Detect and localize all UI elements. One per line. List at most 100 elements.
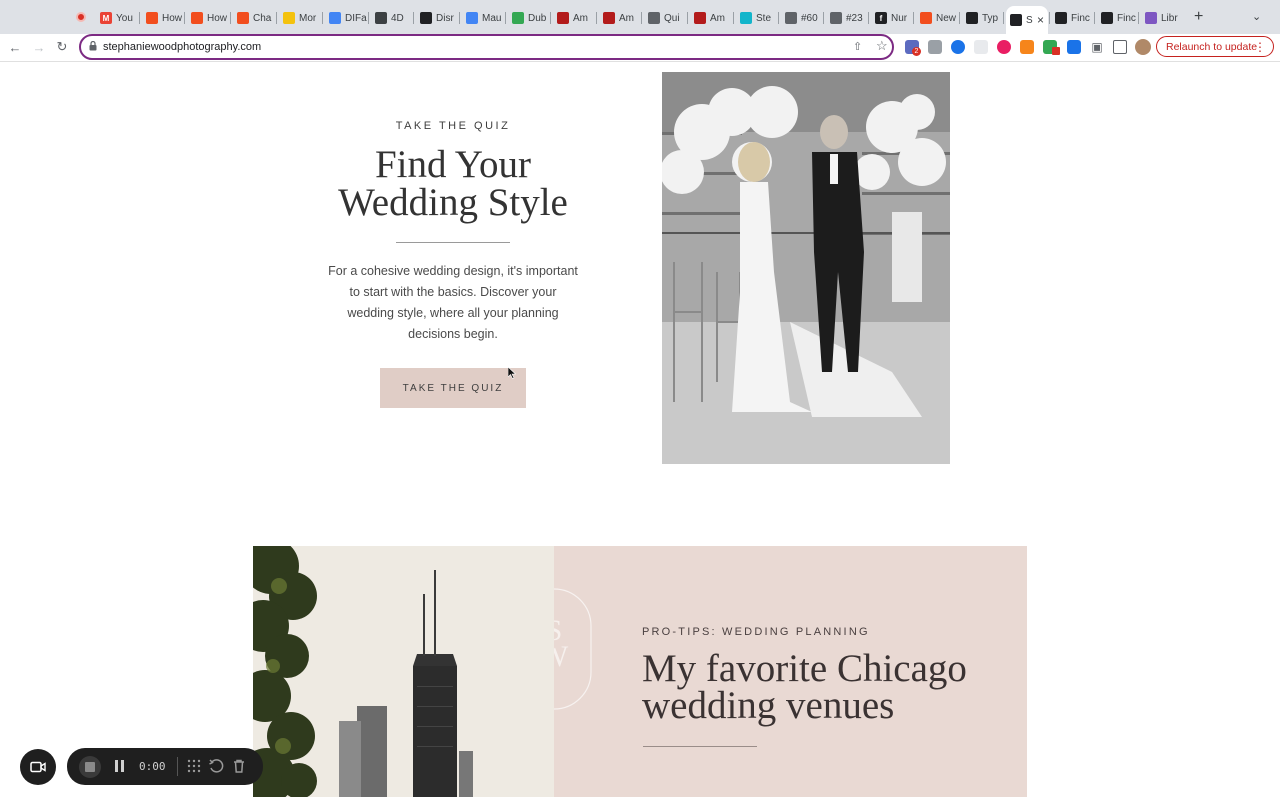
- tab-separator: [823, 12, 824, 24]
- browser-tab[interactable]: f Nur: [871, 6, 912, 30]
- couple-photo-illustration: [662, 72, 950, 464]
- browser-tab[interactable]: Finc: [1097, 6, 1137, 30]
- share-icon[interactable]: ⇧: [853, 40, 862, 53]
- tab-favicon-icon: [329, 12, 341, 24]
- bookmark-star-icon[interactable]: ☆: [876, 38, 888, 54]
- tab-favicon-icon: [1055, 12, 1067, 24]
- tab-favicon-icon: [512, 12, 524, 24]
- venues-title[interactable]: My favorite Chicago wedding venues: [642, 649, 1002, 725]
- quiz-description: For a cohesive wedding design, it's impo…: [328, 264, 578, 341]
- browser-tab[interactable]: Cha: [233, 6, 275, 30]
- extension-icon-4[interactable]: [974, 40, 988, 54]
- browser-tab[interactable]: How: [187, 6, 229, 30]
- extension-icon-3[interactable]: [951, 40, 965, 54]
- venues-section: S W PRO-TIPS: WEDDING PLANNING My favori…: [253, 546, 1027, 797]
- side-panel-icon[interactable]: [1113, 40, 1127, 54]
- browser-tab[interactable]: New: [916, 6, 958, 30]
- browser-tab[interactable]: Am: [599, 6, 640, 30]
- browser-tab[interactable]: Mor: [279, 6, 321, 30]
- camera-toggle-button[interactable]: [20, 749, 56, 785]
- take-quiz-button[interactable]: TAKE THE QUIZ: [380, 368, 526, 408]
- profile-avatar[interactable]: [1135, 39, 1151, 55]
- browser-tab[interactable]: Ste: [736, 6, 777, 30]
- tab-label: Typ: [982, 12, 999, 24]
- tab-separator: [322, 12, 323, 24]
- recording-controls: 0:00: [67, 748, 263, 785]
- tab-favicon-icon: [557, 12, 569, 24]
- venues-text-panel: S W PRO-TIPS: WEDDING PLANNING My favori…: [554, 546, 1027, 797]
- tab-label: #23: [846, 12, 863, 24]
- trash-icon[interactable]: [231, 758, 247, 774]
- extension-icon-2[interactable]: [928, 40, 942, 54]
- stop-recording-button[interactable]: [79, 756, 101, 778]
- venues-divider: [643, 746, 757, 747]
- tab-label: #60: [801, 12, 818, 24]
- metamask-icon[interactable]: [1020, 40, 1034, 54]
- url-text: stephaniewoodphotography.com: [103, 41, 262, 53]
- tab-separator: [1003, 12, 1004, 24]
- tab-favicon-icon: [375, 12, 387, 24]
- forward-icon[interactable]: →: [30, 38, 48, 56]
- relaunch-button[interactable]: Relaunch to update ⋮: [1156, 36, 1274, 57]
- chicago-skyline-illustration: [253, 546, 554, 797]
- browser-tab[interactable]: Dub: [508, 6, 549, 30]
- quiz-divider: [396, 242, 510, 243]
- tab-label: Am: [619, 12, 634, 24]
- browser-tab[interactable]: Libr: [1141, 6, 1185, 30]
- tab-label: How: [207, 12, 228, 24]
- relaunch-label: Relaunch to update: [1166, 40, 1258, 53]
- close-tab-icon[interactable]: ×: [1037, 13, 1044, 27]
- tab-label: S: [1026, 14, 1033, 26]
- browser-tab[interactable]: Mau: [462, 6, 504, 30]
- browser-tab[interactable]: Finc: [1051, 6, 1093, 30]
- tab-label: Am: [710, 12, 725, 24]
- tab-label: Ste: [756, 12, 772, 24]
- drawing-grid-icon[interactable]: [186, 758, 202, 774]
- reload-icon[interactable]: ↻: [53, 38, 71, 56]
- extension-icon-8[interactable]: [1067, 40, 1081, 54]
- tab-favicon-icon: [146, 12, 158, 24]
- tab-separator: [959, 12, 960, 24]
- tab-label: Am: [573, 12, 588, 24]
- menu-dots-icon[interactable]: ⋮: [1254, 40, 1266, 54]
- browser-tab[interactable]: Disr: [416, 6, 458, 30]
- browser-tab[interactable]: Typ: [962, 6, 1002, 30]
- new-tab-icon[interactable]: +: [1194, 8, 1203, 26]
- browser-tab[interactable]: 4D: [371, 6, 412, 30]
- controls-divider: [177, 757, 178, 776]
- tab-separator: [1049, 12, 1050, 24]
- pause-icon: [115, 760, 118, 772]
- back-icon[interactable]: ←: [6, 38, 24, 56]
- browser-tab[interactable]: How: [142, 6, 183, 30]
- restart-icon[interactable]: [208, 758, 224, 774]
- tab-label: Dub: [528, 12, 547, 24]
- tab-separator: [596, 12, 597, 24]
- tab-label: New: [936, 12, 957, 24]
- tab-separator: [368, 12, 369, 24]
- tab-label: 4D: [391, 12, 404, 24]
- address-bar[interactable]: stephaniewoodphotography.com ⇧ ☆: [79, 34, 894, 60]
- tab-separator: [276, 12, 277, 24]
- tab-favicon-icon: [785, 12, 797, 24]
- extensions-puzzle-icon[interactable]: ▣: [1090, 40, 1104, 54]
- tab-search-chevron-icon[interactable]: ⌄: [1252, 10, 1261, 23]
- browser-tab[interactable]: Qui: [644, 6, 686, 30]
- tab-separator: [550, 12, 551, 24]
- tab-favicon-icon: [420, 12, 432, 24]
- browser-tab[interactable]: S ×: [1006, 6, 1048, 34]
- tab-label: Finc: [1071, 12, 1090, 24]
- tab-label: Libr: [1161, 12, 1178, 24]
- browser-tab[interactable]: Am: [553, 6, 595, 30]
- browser-tab[interactable]: Am: [690, 6, 732, 30]
- mouse-cursor-icon: [508, 367, 516, 379]
- browser-toolbar: ← → ↻ stephaniewoodphotography.com ⇧ ☆ 2…: [0, 34, 1280, 62]
- browser-tab[interactable]: M You: [96, 6, 138, 30]
- couple-photo: [662, 72, 950, 464]
- browser-tab[interactable]: #60: [781, 6, 822, 30]
- quiz-title-line1: Find Your: [374, 143, 532, 186]
- extension-icon-5[interactable]: [997, 40, 1011, 54]
- browser-tab[interactable]: DIFa: [325, 6, 367, 30]
- tab-separator: [459, 12, 460, 24]
- pause-recording-button[interactable]: [115, 760, 125, 772]
- browser-tab[interactable]: #23: [826, 6, 867, 30]
